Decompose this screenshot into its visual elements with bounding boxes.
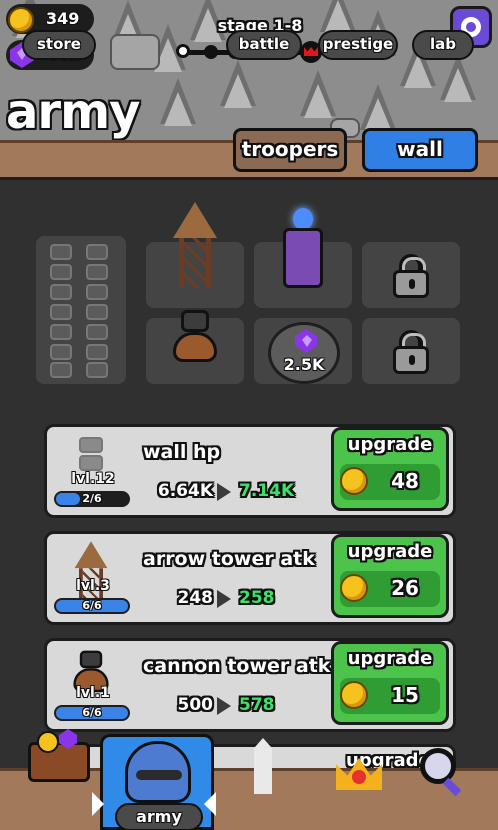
rock-icon <box>110 34 160 70</box>
gold-coin-icon <box>340 574 368 602</box>
upgrade-label: upgrade <box>347 541 433 562</box>
magic-tower-icon <box>283 208 323 288</box>
nav-army[interactable]: army <box>100 734 214 830</box>
gold-coin-icon <box>340 681 368 709</box>
level-progress-text: 2/6 <box>82 492 102 505</box>
nav-army-label: army <box>115 803 203 830</box>
upgrade-cost: 48 <box>391 469 419 493</box>
upgrade-card-cannon-tower: lvl.1 6/6 cannon tower atk 500 578 upgra… <box>44 638 456 732</box>
upgrade-button[interactable]: upgrade 15 <box>331 641 449 725</box>
purple-gem-icon <box>295 329 317 353</box>
tree-icon <box>220 60 256 108</box>
page-title: army <box>6 84 140 140</box>
slot-arrow-tower[interactable] <box>146 202 244 308</box>
level-label: lvl.12 <box>71 471 115 487</box>
upgrade-label: upgrade <box>347 648 433 669</box>
level-label: lvl.3 <box>76 578 110 594</box>
slot-locked[interactable] <box>362 318 460 384</box>
slot-cannon-tower[interactable] <box>146 310 244 384</box>
level-label: lvl.1 <box>76 685 110 701</box>
upgrade-button[interactable]: upgrade 26 <box>331 534 449 618</box>
crown-gem-icon <box>352 770 366 784</box>
gold-coin-icon <box>8 7 34 33</box>
slot-magic-tower[interactable] <box>254 208 352 308</box>
buy-cost: 2.5K <box>283 355 325 374</box>
tree-icon <box>440 54 476 102</box>
current-value: 500 <box>177 695 214 715</box>
level-progress-bar: 2/6 <box>54 491 130 507</box>
arrow-right-icon <box>217 483 231 501</box>
chevron-right-icon <box>92 792 104 816</box>
upgrade-cost: 15 <box>391 683 419 707</box>
upgrade-card-arrow-tower: lvl.3 6/6 arrow tower atk 248 258 upgrad… <box>44 531 456 625</box>
nav-prestige[interactable]: prestige <box>318 30 398 60</box>
lock-icon <box>393 254 429 298</box>
stage-dot <box>204 45 218 59</box>
upgrade-card-wall-hp: lvl.12 2/6 wall hp 6.64K 7.14K upgrade 4… <box>44 424 456 518</box>
tree-icon <box>160 78 196 126</box>
chevron-left-icon <box>204 792 216 816</box>
level-progress-bar: 6/6 <box>54 705 130 721</box>
tab-troopers[interactable]: troopers <box>233 128 347 172</box>
gold-amount: 349 <box>46 9 80 28</box>
upgrade-cost: 26 <box>391 576 419 600</box>
tree-icon <box>320 0 356 34</box>
current-value: 6.64K <box>157 481 213 501</box>
nav-store[interactable]: store <box>22 30 96 60</box>
cannon-tower-icon <box>173 310 217 366</box>
arrow-right-icon <box>217 590 231 608</box>
tree-icon <box>360 84 396 132</box>
level-progress-bar: 6/6 <box>54 598 130 614</box>
level-progress-text: 6/6 <box>82 706 102 719</box>
next-value: 578 <box>239 695 275 715</box>
arrow-tower-icon <box>173 202 217 292</box>
upgrade-label: upgrade <box>347 434 433 455</box>
tab-wall[interactable]: wall <box>362 128 478 172</box>
arrow-right-icon <box>217 697 231 715</box>
nav-battle[interactable]: battle <box>226 30 302 60</box>
treasure-chest-icon <box>28 731 90 782</box>
upgrade-button[interactable]: upgrade 48 <box>331 427 449 511</box>
next-value: 7.14K <box>239 481 295 501</box>
nav-lab[interactable]: lab <box>412 30 474 60</box>
stage-dot <box>176 44 190 58</box>
level-progress-text: 6/6 <box>82 599 102 612</box>
tree-icon <box>300 70 336 118</box>
stat-name: cannon tower atk <box>143 655 331 677</box>
stat-name: arrow tower atk <box>143 548 315 570</box>
wall-slot[interactable] <box>36 236 126 384</box>
stat-name: wall hp <box>143 441 221 463</box>
sword-icon <box>254 738 272 794</box>
lock-icon <box>393 330 429 374</box>
buy-slot-button[interactable]: 2.5K <box>268 322 340 384</box>
current-value: 248 <box>177 588 214 608</box>
next-value: 258 <box>239 588 275 608</box>
magnifier-icon <box>420 748 456 784</box>
gold-coin-icon <box>340 467 368 495</box>
helmet-icon <box>125 741 191 803</box>
slot-locked[interactable] <box>362 242 460 308</box>
